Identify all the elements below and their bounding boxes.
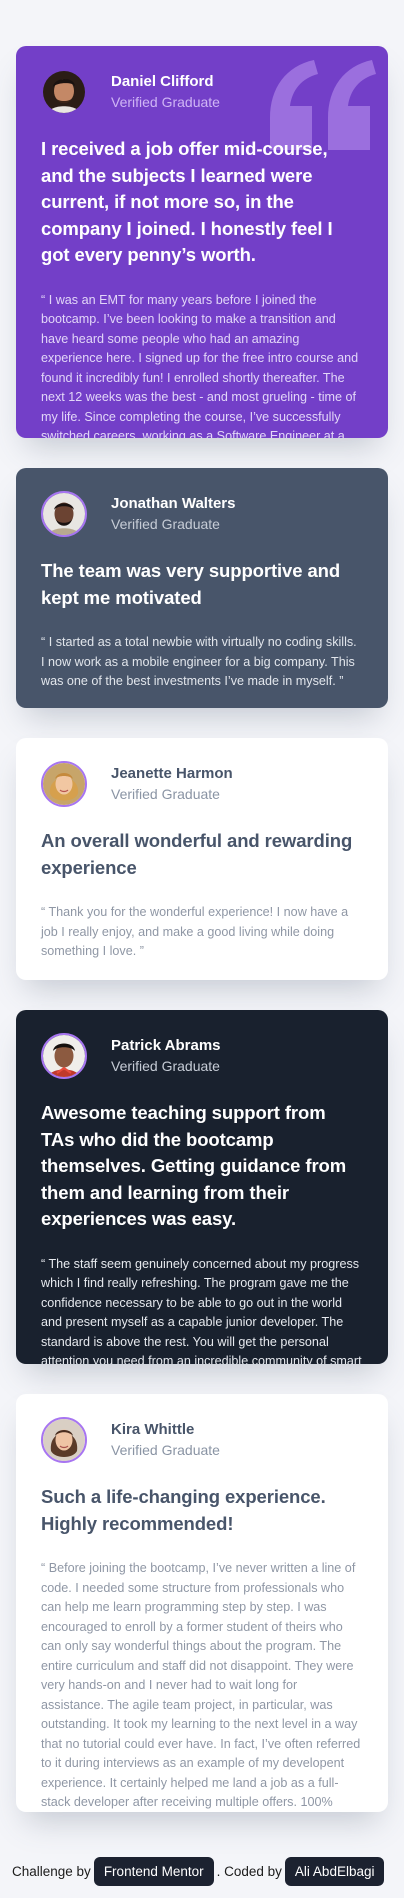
testimonial-headline: I received a job offer mid-course, and t… xyxy=(41,138,333,265)
avatar-jeanette xyxy=(41,761,87,807)
testimonial-body: “ Before joining the bootcamp, I’ve neve… xyxy=(41,1561,361,1809)
author-name: Patrick Abrams xyxy=(111,1037,221,1054)
card-header: Kira Whittle Verified Graduate xyxy=(41,1416,363,1464)
author-status: Verified Graduate xyxy=(111,94,220,110)
card-header: Daniel Clifford Verified Graduate xyxy=(41,68,363,116)
testimonial-card-jonathan: Jonathan Walters Verified Graduate The t… xyxy=(16,468,388,708)
testimonial-headline: The team was very supportive and kept me… xyxy=(41,560,341,608)
testimonial-card-daniel: Daniel Clifford Verified Graduate I rece… xyxy=(16,46,388,438)
avatar-jonathan xyxy=(41,491,87,537)
author-status: Verified Graduate xyxy=(111,786,220,802)
testimonial-card-patrick: Patrick Abrams Verified Graduate Awesome… xyxy=(16,1010,388,1364)
testimonial-body: “ Thank you for the wonderful experience… xyxy=(41,905,349,958)
frontend-mentor-link[interactable]: Frontend Mentor xyxy=(93,1856,214,1886)
author-name: Kira Whittle xyxy=(111,1421,195,1438)
author-status: Verified Graduate xyxy=(111,516,220,532)
testimonial-headline: Awesome teaching support from TAs who di… xyxy=(41,1102,347,1229)
author-name: Daniel Clifford xyxy=(111,73,214,90)
testimonial-card-kira: Kira Whittle Verified Graduate Such a li… xyxy=(16,1394,388,1812)
card-header: Jeanette Harmon Verified Graduate xyxy=(41,760,363,808)
author-status: Verified Graduate xyxy=(111,1058,220,1074)
testimonial-body: “ I was an EMT for many years before I j… xyxy=(41,292,359,439)
avatar-patrick xyxy=(41,1033,87,1079)
testimonial-card-jeanette: Jeanette Harmon Verified Graduate An ove… xyxy=(16,738,388,980)
author-status: Verified Graduate xyxy=(111,1442,220,1458)
coded-by-prefix: . Coded by xyxy=(216,1863,282,1879)
author-name: Jeanette Harmon xyxy=(111,765,233,782)
challenge-prefix: Challenge by xyxy=(12,1863,91,1879)
card-header: Jonathan Walters Verified Graduate xyxy=(41,490,363,538)
avatar-daniel xyxy=(41,69,87,115)
avatar-kira xyxy=(41,1417,87,1463)
card-header: Patrick Abrams Verified Graduate xyxy=(41,1032,363,1080)
author-name: Jonathan Walters xyxy=(111,495,236,512)
author-link[interactable]: Ali AbdElbagi xyxy=(284,1856,385,1886)
testimonial-body: “ The staff seem genuinely concerned abo… xyxy=(41,1256,362,1365)
testimonial-headline: Such a life-changing experience. Highly … xyxy=(41,1486,326,1534)
attribution-footer: Challenge by Frontend Mentor . Coded by … xyxy=(12,1854,387,1888)
testimonial-body: “ I started as a total newbie with virtu… xyxy=(41,635,357,688)
testimonial-headline: An overall wonderful and rewarding exper… xyxy=(41,830,353,878)
